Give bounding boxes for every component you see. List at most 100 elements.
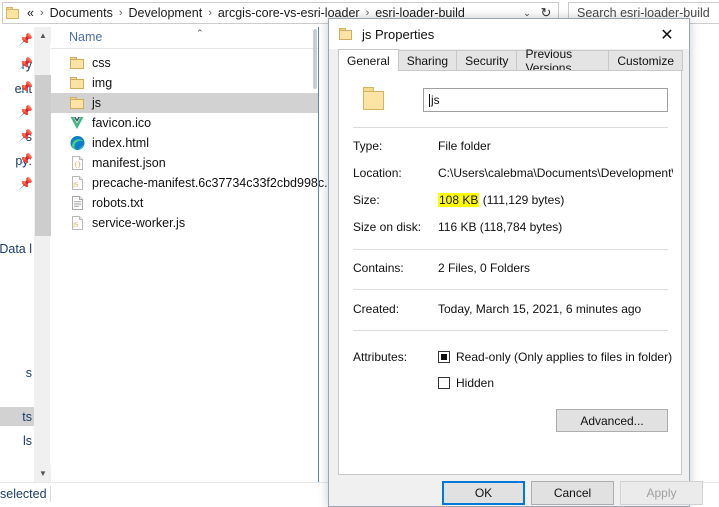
nav-item-8[interactable]: s <box>0 363 34 382</box>
file-name: css <box>92 56 111 70</box>
property-size-on-disk: Size on disk: 116 KB (118,784 bytes) <box>353 220 673 237</box>
tab-customize[interactable]: Customize <box>608 50 683 71</box>
breadcrumb-item-documents[interactable]: Documents <box>48 6 115 20</box>
pin-icon[interactable]: 📌 <box>19 155 33 166</box>
file-name: img <box>92 76 113 90</box>
nav-item-4[interactable]: s 📌 <box>0 127 34 146</box>
property-label: Size: <box>353 193 380 207</box>
close-icon[interactable]: ✕ <box>645 19 689 49</box>
js-file-icon: JS <box>69 175 86 191</box>
folder-name-input[interactable]: js <box>423 88 668 112</box>
nav-item-3[interactable]: 📌 <box>0 103 34 122</box>
table-row[interactable]: JS service-worker.js <box>51 213 318 233</box>
property-label: Size on disk: <box>353 220 422 234</box>
breadcrumb-separator: › <box>208 7 212 19</box>
folder-name-value: js <box>431 93 440 107</box>
dialog-tabs: General Sharing Security Previous Versio… <box>338 47 683 75</box>
table-row[interactable]: css <box>51 53 318 73</box>
file-name: precache-manifest.6c37734c33f2cbd998c... <box>92 176 335 190</box>
checkbox-hidden[interactable]: Hidden <box>438 376 494 390</box>
property-value: 2 Files, 0 Folders <box>438 261 531 275</box>
folder-icon <box>69 55 86 71</box>
table-row[interactable]: img <box>51 73 318 93</box>
nav-item-label: s <box>25 365 32 380</box>
property-value: Today, March 15, 2021, 6 minutes ago <box>438 302 642 316</box>
pin-icon[interactable]: 📌 <box>19 83 33 94</box>
nav-item-label: ls <box>22 433 32 448</box>
tab-previous-versions[interactable]: Previous Versions <box>516 47 610 75</box>
js-file-icon: JS <box>69 215 86 231</box>
dialog-title: js Properties <box>362 26 435 42</box>
table-row[interactable]: favicon.ico <box>51 113 318 133</box>
nav-item-1[interactable]: ry 📌 <box>0 55 34 74</box>
file-name: index.html <box>92 136 149 150</box>
breadcrumb-separator: › <box>39 7 44 19</box>
nav-item-10[interactable]: ls <box>0 431 34 450</box>
property-value: 108 KB (111,129 bytes) <box>438 193 673 207</box>
scroll-up-icon[interactable]: ▲ <box>35 27 51 44</box>
vue-file-icon <box>69 115 86 131</box>
property-label: Type: <box>353 139 383 153</box>
screen: « › Documents › Development › arcgis-cor… <box>0 0 719 507</box>
nav-item-label: Data l <box>0 241 32 256</box>
tab-sharing[interactable]: Sharing <box>397 50 458 71</box>
breadcrumb-overflow[interactable]: « <box>25 6 36 20</box>
table-row[interactable]: robots.txt <box>51 193 318 213</box>
nav-item-3[interactable] <box>0 27 34 46</box>
folder-icon <box>339 27 354 41</box>
property-label: Contains: <box>353 261 404 275</box>
table-row[interactable]: index.html <box>51 133 318 153</box>
property-value: File folder <box>438 139 491 153</box>
file-name: favicon.ico <box>92 116 152 130</box>
property-created: Created: Today, March 15, 2021, 6 minute… <box>353 302 673 319</box>
table-row-selected-js[interactable]: js <box>51 93 318 113</box>
dialog-title-bar[interactable]: js Properties ✕ <box>329 19 689 49</box>
navigation-pane-scrollbar[interactable]: ▲ ▼ <box>34 27 51 482</box>
property-size: Size: 108 KB (111,129 bytes) <box>353 193 673 210</box>
edge-file-icon <box>69 135 86 151</box>
checkbox-icon[interactable] <box>438 351 450 363</box>
pin-icon[interactable]: 📌 <box>19 107 33 118</box>
table-row[interactable]: JS precache-manifest.6c37734c33f2cbd998c… <box>51 173 335 193</box>
scroll-down-icon[interactable]: ▼ <box>35 465 51 482</box>
sort-ascending-icon: ⌃ <box>196 28 204 38</box>
apply-button: Apply <box>620 481 703 505</box>
checkbox-read-only[interactable]: Read-only (Only applies to files in fold… <box>438 350 672 364</box>
property-label: Created: <box>353 302 400 316</box>
file-name: service-worker.js <box>92 216 186 230</box>
nav-item-documents-selected[interactable]: ts <box>0 407 34 426</box>
svg-text:{}: {} <box>74 162 81 169</box>
size-highlight: 108 KB <box>438 193 480 207</box>
nav-item-6[interactable]: 📌 <box>0 175 34 194</box>
scrollbar-thumb[interactable] <box>313 29 317 89</box>
advanced-button[interactable]: Advanced... <box>556 409 668 432</box>
file-list-pane: Name ⌃ css img js favicon.ico index.html… <box>51 27 335 482</box>
file-name: js <box>92 96 102 110</box>
column-header-name[interactable]: Name <box>69 30 102 44</box>
divider <box>353 289 668 290</box>
text-file-icon <box>69 195 86 211</box>
nav-item-2[interactable]: ent 📌 <box>0 79 34 98</box>
cancel-button[interactable]: Cancel <box>531 481 614 505</box>
breadcrumb-item-development[interactable]: Development <box>127 6 205 20</box>
ok-button[interactable]: OK <box>442 481 525 505</box>
nav-item-7[interactable]: Data l <box>0 239 34 258</box>
table-row[interactable]: {} manifest.json <box>51 153 318 173</box>
tab-security[interactable]: Security <box>456 50 518 71</box>
folder-icon <box>6 6 22 20</box>
file-name: manifest.json <box>92 156 166 170</box>
status-text: selected <box>0 487 47 501</box>
divider <box>353 249 668 250</box>
property-contains: Contains: 2 Files, 0 Folders <box>353 261 673 278</box>
svg-text:JS: JS <box>72 183 79 189</box>
navigation-pane: 📌 ry 📌 ent 📌 📌 s 📌 py: 📌 📌 Data l s ts ls <box>0 27 34 482</box>
pane-divider <box>318 27 319 482</box>
pin-icon[interactable]: 📌 <box>19 131 33 142</box>
pin-icon[interactable]: 📌 <box>19 179 33 190</box>
checkbox-icon[interactable] <box>438 377 450 389</box>
nav-item-5[interactable]: py: 📌 <box>0 151 34 170</box>
column-header-row: Name ⌃ <box>51 27 318 49</box>
scrollbar-thumb[interactable] <box>35 75 51 236</box>
tab-general[interactable]: General <box>338 49 399 71</box>
pin-icon[interactable]: 📌 <box>19 59 33 70</box>
